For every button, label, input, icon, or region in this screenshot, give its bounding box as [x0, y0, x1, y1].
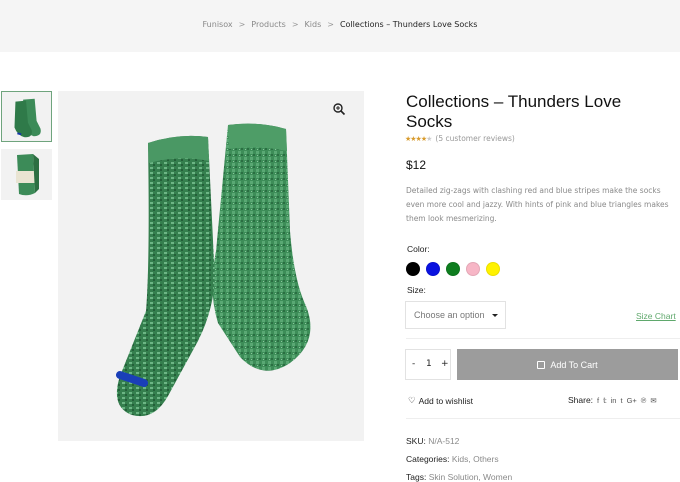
green-sock-image — [116, 123, 311, 417]
product-main-image[interactable] — [58, 91, 364, 441]
add-to-cart-label: Add To Cart — [550, 359, 598, 370]
color-swatch-black[interactable] — [406, 262, 420, 276]
divider — [406, 338, 680, 339]
color-swatch-pink[interactable] — [466, 262, 480, 276]
sku-row: SKU: N/A-512 — [406, 436, 459, 446]
facebook-icon[interactable]: f — [597, 396, 599, 405]
product-title: Collections – Thunders Love Socks — [406, 92, 622, 131]
categories-label: Categories: — [406, 454, 450, 464]
size-chart-link[interactable]: Size Chart — [636, 311, 676, 321]
qty-minus-button[interactable]: - — [412, 359, 415, 369]
breadcrumb-link-kids[interactable]: Kids — [305, 20, 322, 29]
qty-value-input[interactable]: 1 — [426, 359, 432, 369]
qty-plus-button[interactable]: + — [441, 359, 449, 369]
tags-row: Tags: Skin Solution, Women — [406, 472, 512, 482]
tags-value-links[interactable]: Skin Solution, Women — [429, 472, 512, 482]
packaged-sock-thumbnail-image — [1, 149, 52, 200]
green-sock-thumbnail-image — [2, 92, 51, 141]
size-select[interactable]: Choose an option — [405, 301, 506, 329]
breadcrumb-link-products[interactable]: Products — [251, 20, 286, 29]
breadcrumb-separator: > — [291, 20, 299, 29]
add-to-cart-button[interactable]: Add To Cart — [457, 349, 678, 380]
heart-icon: ♡ — [408, 395, 416, 405]
product-description: Detailed zig-zags with clashing red and … — [406, 186, 669, 223]
color-swatch-blue[interactable] — [426, 262, 440, 276]
add-to-wishlist-button[interactable]: ♡ Add to wishlist — [408, 395, 473, 406]
breadcrumb-separator: > — [238, 20, 246, 29]
thumbnail-green-sock[interactable] — [1, 91, 52, 142]
color-label: Color: — [407, 244, 430, 254]
chevron-down-icon — [492, 314, 498, 317]
size-select-value: Choose an option — [414, 310, 485, 320]
share-bar: Share: f 𝕥 in t G+ ℗ ✉ — [568, 395, 657, 405]
share-label: Share: — [568, 395, 594, 405]
zoom-icon[interactable] — [332, 102, 346, 116]
tags-label: Tags: — [406, 472, 427, 482]
pinterest-icon[interactable]: ℗ — [641, 396, 647, 405]
google-plus-icon[interactable]: G+ — [627, 396, 637, 405]
breadcrumb-separator: > — [327, 20, 334, 29]
breadcrumb-current: Collections – Thunders Love Socks — [339, 20, 478, 29]
categories-row: Categories: Kids, Others — [406, 454, 499, 464]
shopping-bag-icon — [537, 360, 546, 369]
sku-value: N/A-512 — [428, 436, 460, 446]
star-rating-icon: ★★★★★ — [405, 135, 432, 143]
color-swatch-yellow[interactable] — [486, 262, 500, 276]
thumbnail-packaged-sock[interactable] — [1, 149, 52, 200]
sku-label: SKU: — [406, 436, 426, 446]
color-swatches — [406, 262, 500, 276]
quantity-stepper: - 1 + — [405, 349, 451, 380]
product-rating: ★★★★★ (5 customer reviews) — [405, 134, 515, 143]
product-price: $12 — [406, 158, 427, 172]
twitter-icon[interactable]: 𝕥 — [603, 396, 607, 405]
breadcrumb: Funisox > Products > Kids > Collections – Thun… — [0, 20, 680, 29]
email-icon[interactable]: ✉ — [650, 396, 656, 405]
customer-reviews-link[interactable]: (5 customer reviews) — [435, 134, 514, 143]
linkedin-icon[interactable]: in — [611, 396, 617, 405]
color-swatch-green[interactable] — [446, 262, 460, 276]
categories-value-links[interactable]: Kids, Others — [452, 454, 499, 464]
size-label: Size: — [407, 285, 426, 295]
tumblr-icon[interactable]: t — [620, 396, 622, 405]
divider — [406, 418, 680, 419]
wishlist-label: Add to wishlist — [418, 395, 473, 406]
breadcrumb-link-home[interactable]: Funisox — [203, 20, 233, 29]
